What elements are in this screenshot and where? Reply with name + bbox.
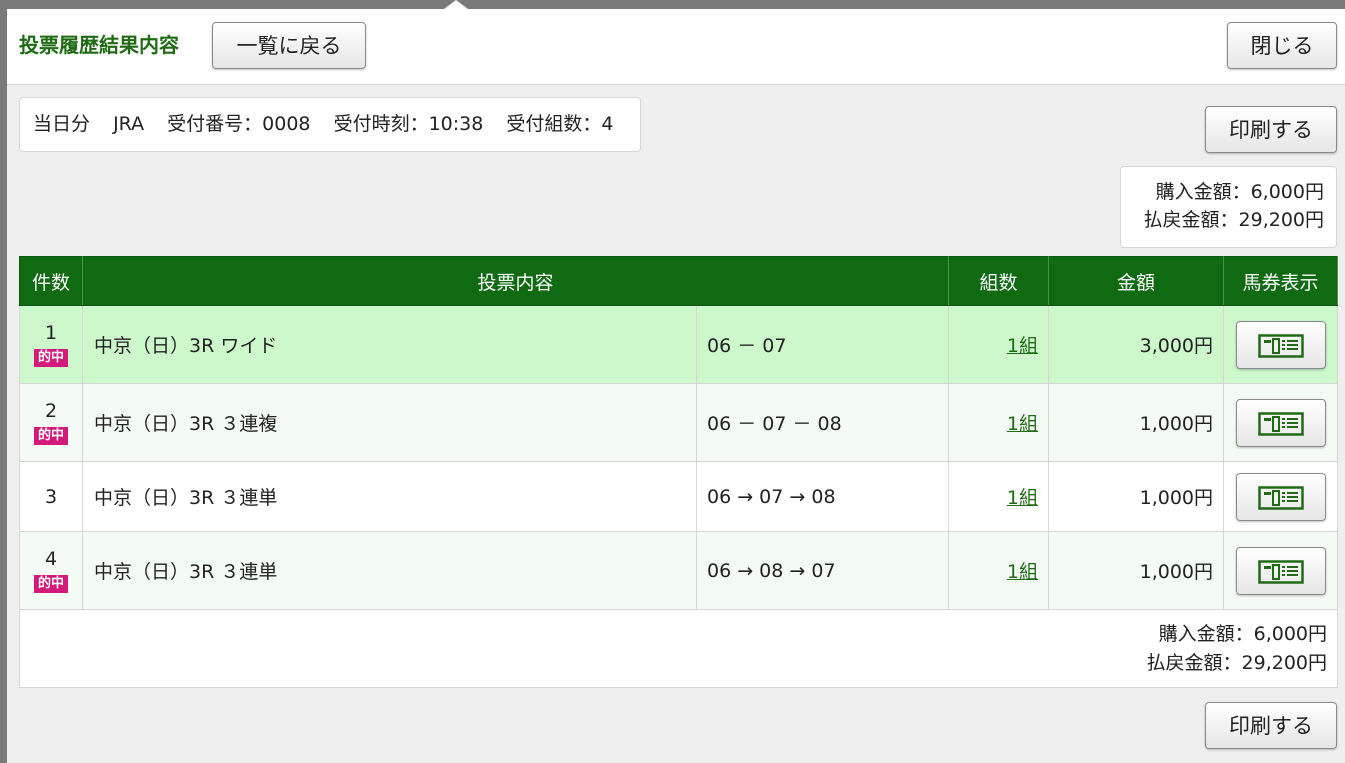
kumi-link[interactable]: 1組 — [1007, 413, 1038, 435]
ticket-icon — [1257, 411, 1304, 436]
col-amount: 金額 — [1048, 256, 1225, 306]
hit-badge: 的中 — [33, 349, 68, 367]
table-row: 3 中京（日）3R ３連単 06 → 07 → 08 1組 1,000円 — [19, 461, 1339, 532]
info-receipt-no: 受付番号：0008 — [167, 113, 311, 135]
row-number: 1 — [44, 322, 58, 344]
bet-amount: 1,000円 — [1048, 383, 1225, 462]
receipt-info: 当日分 JRA 受付番号：0008 受付時刻：10:38 受付組数：4 — [19, 97, 641, 152]
bet-amount: 1,000円 — [1048, 531, 1225, 610]
info-day: 当日分 — [33, 113, 91, 135]
col-content: 投票内容 — [81, 256, 950, 306]
race-name: 中京（日）3R ワイド — [82, 305, 697, 384]
back-to-list-button[interactable]: 一覧に戻る — [212, 22, 366, 69]
print-button-top[interactable]: 印刷する — [1205, 106, 1337, 153]
popup-pointer — [444, 0, 468, 9]
ticket-icon — [1257, 333, 1304, 358]
horse-combination: 06 － 07 — [695, 305, 950, 384]
print-button-bottom[interactable]: 印刷する — [1205, 702, 1337, 749]
top-bar — [0, 0, 1345, 9]
row-number: 4 — [44, 548, 58, 570]
footer-purchase-amount: 購入金額：6,000円 — [1158, 622, 1328, 645]
ticket-view-button[interactable] — [1235, 472, 1326, 521]
hit-badge: 的中 — [33, 427, 68, 445]
table-header-row: 件数 投票内容 組数 金額 馬券表示 — [19, 256, 1339, 306]
race-name: 中京（日）3R ３連単 — [82, 461, 697, 532]
race-name: 中京（日）3R ３連複 — [82, 383, 697, 462]
hit-badge: 的中 — [33, 575, 68, 593]
col-kumi: 組数 — [948, 256, 1050, 306]
col-ticket: 馬券表示 — [1223, 256, 1339, 306]
ticket-icon — [1257, 485, 1304, 510]
ticket-view-button[interactable] — [1235, 398, 1326, 447]
ticket-view-button[interactable] — [1235, 546, 1326, 595]
table-row: 1 的中 中京（日）3R ワイド 06 － 07 1組 3,000円 — [19, 305, 1339, 384]
footer-payout-amount: 払戻金額：29,200円 — [1146, 651, 1328, 674]
ticket-icon — [1257, 559, 1304, 584]
table-row: 2 的中 中京（日）3R ３連複 06 － 07 － 08 1組 1,000円 — [19, 383, 1339, 462]
bet-amount: 3,000円 — [1048, 305, 1225, 384]
row-number: 3 — [44, 485, 58, 508]
ticket-view-button[interactable] — [1235, 320, 1326, 369]
page-title: 投票履歴結果内容 — [19, 33, 179, 57]
summary-box-top: 購入金額：6,000円 払戻金額：29,200円 — [1120, 166, 1337, 248]
kumi-link[interactable]: 1組 — [1007, 487, 1038, 509]
col-count: 件数 — [19, 256, 83, 306]
info-receipt-time: 受付時刻：10:38 — [333, 113, 484, 135]
race-name: 中京（日）3R ３連単 — [82, 531, 697, 610]
close-button[interactable]: 閉じる — [1227, 22, 1337, 69]
kumi-link[interactable]: 1組 — [1007, 561, 1038, 583]
horse-combination: 06 → 08 → 07 — [695, 531, 950, 610]
panel-header: 投票履歴結果内容 一覧に戻る 閉じる — [7, 9, 1345, 85]
row-number: 2 — [44, 400, 58, 422]
payout-amount: 払戻金額：29,200円 — [1143, 209, 1324, 231]
kumi-link[interactable]: 1組 — [1007, 335, 1038, 357]
info-org: JRA — [113, 113, 145, 135]
bet-table: 件数 投票内容 組数 金額 馬券表示 1 的中 中京（日）3R ワイド 06 －… — [18, 256, 1339, 688]
horse-combination: 06 → 07 → 08 — [695, 461, 950, 532]
info-receipt-count: 受付組数：4 — [506, 113, 614, 135]
bet-amount: 1,000円 — [1048, 461, 1225, 532]
horse-combination: 06 － 07 － 08 — [695, 383, 950, 462]
purchase-amount: 購入金額：6,000円 — [1155, 181, 1324, 203]
result-panel: 投票履歴結果内容 一覧に戻る 閉じる 当日分 JRA 受付番号：0008 受付時… — [7, 9, 1345, 763]
table-row: 4 的中 中京（日）3R ３連単 06 → 08 → 07 1組 1,000円 — [19, 531, 1339, 610]
table-footer-row: 購入金額：6,000円 払戻金額：29,200円 — [18, 609, 1339, 688]
